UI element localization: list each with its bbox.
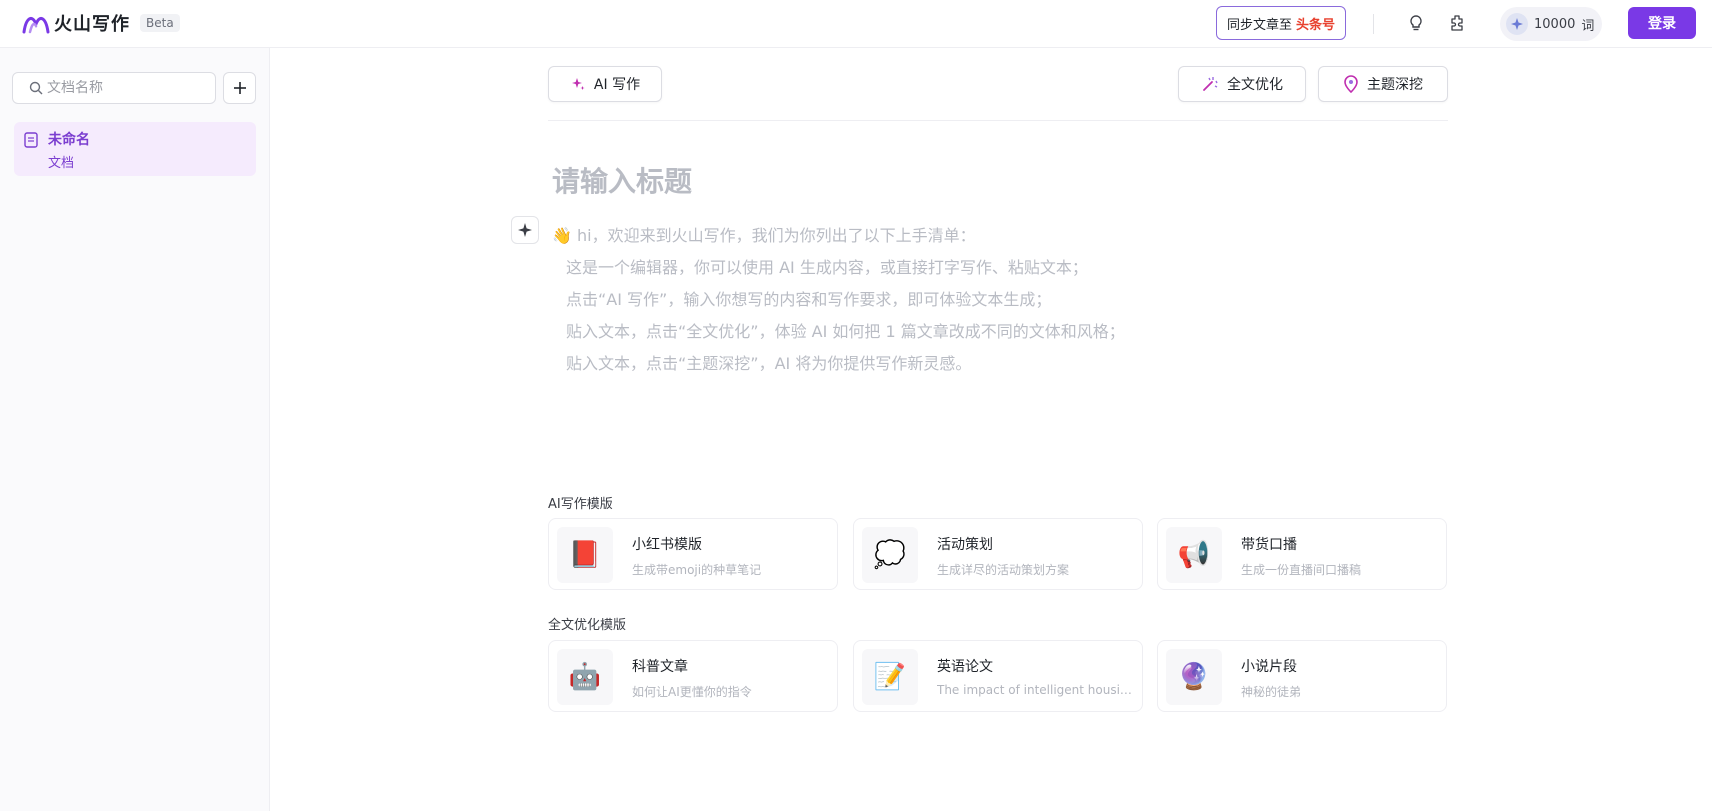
card-title: 带货口播: [1241, 537, 1297, 553]
intro-line: 这是一个编辑器，你可以使用 AI 生成内容，或直接打字写作、粘贴文本；: [566, 258, 1088, 277]
sync-label: 同步文章至: [1226, 17, 1292, 33]
template-card-live-selling[interactable]: 📢 带货口播 生成一份直播间口播稿: [1157, 518, 1447, 590]
doc-search-input[interactable]: [47, 80, 207, 96]
ai-templates-label: AI写作模版: [548, 497, 613, 512]
document-icon: [24, 132, 38, 148]
ai-write-button[interactable]: AI 写作: [548, 66, 662, 102]
card-title: 小说片段: [1241, 659, 1297, 675]
sync-brand: 头条号: [1296, 17, 1336, 33]
card-description: 如何让AI更懂你的指令: [632, 685, 752, 699]
full-optimize-button[interactable]: 全文优化: [1178, 66, 1306, 102]
intro-text[interactable]: 👋 hi，欢迎来到火山写作，我们为你列出了以下上手清单： 这是一个编辑器，你可以…: [552, 220, 1125, 380]
topic-mining-button[interactable]: 主题深挖: [1318, 66, 1448, 102]
sparkle-icon: [1506, 13, 1528, 35]
card-title: 小红书模版: [632, 537, 702, 553]
intro-line: 👋 hi，欢迎来到火山写作，我们为你列出了以下上手清单：: [552, 226, 976, 245]
card-description: The impact of intelligent housing on mod…: [937, 683, 1133, 697]
quota-unit: 词: [1581, 18, 1595, 34]
intro-line: 点击“AI 写作”，输入你想写的内容和写作要求，即可体验文本生成；: [566, 290, 1052, 309]
login-button[interactable]: 登录: [1628, 7, 1696, 39]
plus-icon: [233, 82, 246, 94]
card-title: 英语论文: [937, 659, 993, 675]
lightbulb-icon[interactable]: [1405, 12, 1427, 34]
intro-line: 贴入文本，点击“全文优化”，体验 AI 如何把 1 篇文章改成不同的文体和风格；: [566, 322, 1125, 341]
plugin-icon[interactable]: [1446, 12, 1468, 34]
app-logo[interactable]: 火山写作 Beta: [22, 10, 180, 36]
memo-icon: 📝: [862, 649, 918, 705]
full-optimize-label: 全文优化: [1227, 77, 1283, 93]
toolbar-divider: [548, 120, 1448, 121]
template-card-english-paper[interactable]: 📝 英语论文 The impact of intelligent housing…: [853, 640, 1143, 712]
location-pin-icon: [1343, 75, 1359, 93]
card-title: 科普文章: [632, 659, 688, 675]
sync-to-toutiao-button[interactable]: 同步文章至 头条号: [1216, 6, 1346, 40]
volcano-logo-icon: [22, 16, 50, 34]
sparkles-icon: [570, 76, 586, 92]
topic-mining-label: 主题深挖: [1367, 77, 1423, 93]
template-card-event-planning[interactable]: 💭 活动策划 生成详尽的活动策划方案: [853, 518, 1143, 590]
crystal-ball-icon: 🔮: [1166, 649, 1222, 705]
beta-badge: Beta: [140, 14, 180, 32]
document-sidebar: 未命名 文档: [0, 48, 270, 811]
megaphone-icon: 📢: [1166, 527, 1222, 583]
document-subtitle: 文档: [48, 156, 75, 171]
card-description: 生成详尽的活动策划方案: [937, 563, 1070, 577]
template-card-science-article[interactable]: 🤖 科普文章 如何让AI更懂你的指令: [548, 640, 838, 712]
template-card-novel-excerpt[interactable]: 🔮 小说片段 神秘的徒弟: [1157, 640, 1447, 712]
document-title: 未命名: [48, 132, 90, 148]
search-icon: [29, 81, 43, 95]
add-document-button[interactable]: [223, 72, 256, 104]
quota-value: 10000: [1534, 16, 1576, 32]
card-description: 生成一份直播间口播稿: [1241, 563, 1362, 577]
card-description: 生成带emoji的种草笔记: [632, 563, 762, 577]
red-book-icon: 📕: [557, 527, 613, 583]
word-quota[interactable]: 10000 词: [1500, 7, 1602, 41]
intro-line: 贴入文本，点击“主题深挖”，AI 将为你提供写作新灵感。: [566, 354, 972, 373]
document-list-item[interactable]: 未命名 文档: [14, 122, 256, 176]
card-description: 神秘的徒弟: [1241, 685, 1302, 699]
magic-wand-icon: [1201, 75, 1219, 93]
ai-assist-button[interactable]: [511, 216, 539, 244]
template-card-xiaohongshu[interactable]: 📕 小红书模版 生成带emoji的种草笔记: [548, 518, 838, 590]
logo-text: 火山写作: [54, 14, 130, 35]
optimize-templates-label: 全文优化模版: [548, 618, 627, 633]
header-divider: [1373, 14, 1374, 34]
sparkle-icon: [518, 223, 532, 237]
top-header: 火山写作 Beta 同步文章至 头条号 10000 词 登录: [0, 0, 1712, 48]
doc-search-box[interactable]: [12, 72, 216, 104]
card-title: 活动策划: [937, 537, 993, 553]
robot-icon: 🤖: [557, 649, 613, 705]
title-placeholder[interactable]: 请输入标题: [552, 160, 692, 200]
thought-bubble-icon: 💭: [862, 527, 918, 583]
ai-write-label: AI 写作: [593, 77, 641, 93]
